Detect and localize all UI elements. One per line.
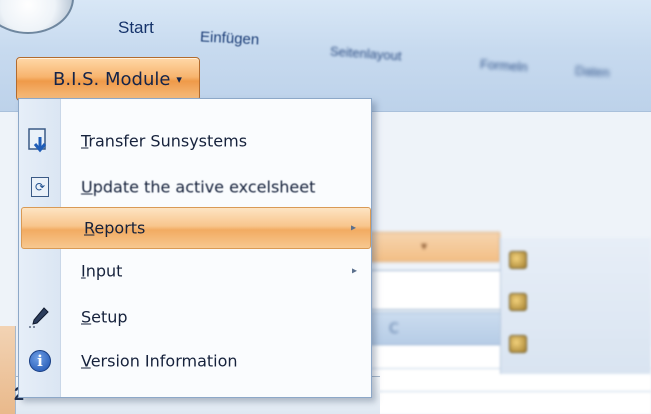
menu-item-label: Transfer Sunsystems <box>81 131 248 151</box>
menu-item-update-active-excelsheet[interactable]: ⟳ Update the active excelsheet <box>19 165 371 209</box>
menu-item-version-information[interactable]: i Version Information <box>19 339 371 383</box>
chevron-down-icon: ▾ <box>176 72 182 86</box>
tab-formeln[interactable]: Formeln <box>480 56 529 74</box>
info-icon: i <box>25 346 55 376</box>
bis-module-label: B.I.S. Module <box>53 68 171 90</box>
download-document-icon <box>25 126 55 156</box>
ribbon-dropdown-blurred: ▾ <box>370 232 500 262</box>
menu-item-label: Setup <box>81 307 128 327</box>
menu-item-input[interactable]: Input ▸ <box>19 249 371 293</box>
menu-item-transfer-sunsystems[interactable]: Transfer Sunsystems <box>19 119 371 163</box>
office-button[interactable] <box>0 0 74 34</box>
tab-seitenlayout[interactable]: Seitenlayout <box>330 44 402 64</box>
tab-einfuegen[interactable]: Einfügen <box>200 28 260 48</box>
name-box[interactable] <box>370 270 510 310</box>
menu-item-label: Reports <box>84 218 146 238</box>
menu-item-setup[interactable]: Setup <box>19 295 371 339</box>
side-item[interactable] <box>509 288 649 316</box>
menu-item-label: Version Information <box>81 351 238 371</box>
side-item[interactable] <box>509 330 649 358</box>
menu-item-reports[interactable]: Reports ▸ <box>21 207 371 249</box>
menu-item-label: Input <box>81 261 123 281</box>
submenu-arrow-icon: ▸ <box>351 265 357 277</box>
pencil-icon <box>25 302 55 332</box>
bis-module-menu: Transfer Sunsystems ⟳ Update the active … <box>18 98 372 398</box>
tab-daten[interactable]: Daten <box>575 63 611 80</box>
excel-window: Start Einfügen Seitenlayout Formeln Date… <box>0 0 651 414</box>
submenu-arrow-icon: ▸ <box>350 222 356 234</box>
bis-module-button[interactable]: B.I.S. Module ▾ <box>16 57 200 101</box>
ribbon: Start Einfügen Seitenlayout Formeln Date… <box>0 0 651 112</box>
menu-item-label: Update the active excelsheet <box>81 177 316 197</box>
side-item[interactable] <box>509 246 649 274</box>
chevron-down-icon: ▾ <box>421 239 428 253</box>
folder-icon <box>509 251 527 269</box>
side-submenu-blurred <box>500 238 651 374</box>
folder-icon <box>509 335 527 353</box>
column-header-c[interactable]: C <box>370 312 510 346</box>
refresh-document-icon: ⟳ <box>25 172 55 202</box>
tab-start[interactable]: Start <box>118 18 154 38</box>
folder-icon <box>509 293 527 311</box>
column-label: C <box>389 321 399 337</box>
